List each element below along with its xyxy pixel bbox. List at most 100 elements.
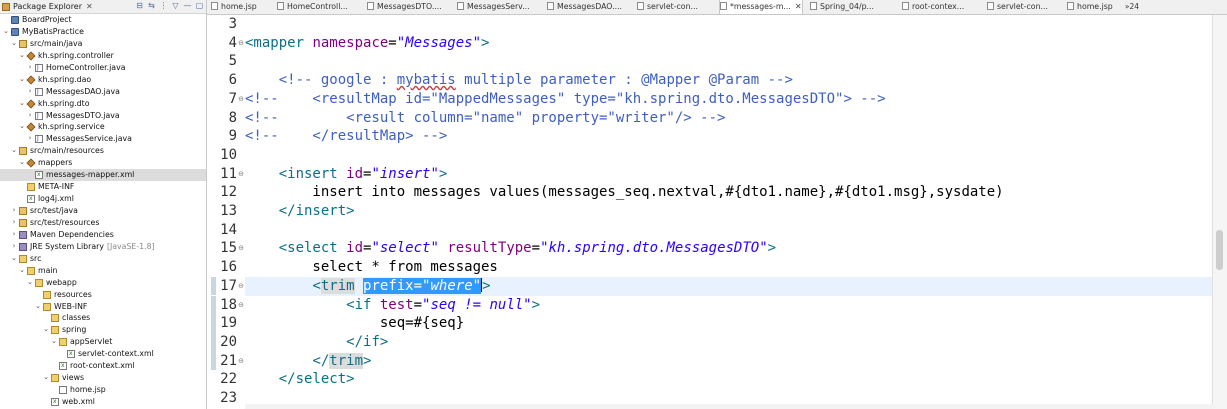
minimize-icon[interactable]: — <box>183 1 192 10</box>
collapse-arrow-icon[interactable]: ⌄ <box>10 145 18 157</box>
collapse-arrow-icon[interactable]: ⌄ <box>18 74 26 86</box>
tree-item[interactable]: › HomeController.java <box>0 62 206 74</box>
editor-tab[interactable]: home.jsp <box>1067 0 1113 14</box>
tree-item[interactable]: › JRE System Library [JavaSE-1.8] <box>0 241 206 253</box>
tree-item[interactable]: ⌄ views <box>0 372 206 384</box>
tree-item[interactable]: resources <box>0 289 206 301</box>
close-view-icon[interactable]: ✕ <box>86 2 93 11</box>
filter-icon[interactable]: ▽ <box>171 1 180 10</box>
code-line[interactable]: 15 ⊖ <select id="select" resultType="kh.s… <box>207 239 1213 258</box>
collapse-arrow-icon[interactable]: ⌄ <box>18 50 26 62</box>
editor-tab[interactable]: HomeControll... <box>277 0 348 14</box>
editor-tab[interactable]: root-contex... <box>902 0 964 14</box>
expand-arrow-icon[interactable]: › <box>10 217 18 229</box>
collapse-all-icon[interactable]: ⊟ <box>135 1 144 10</box>
collapse-arrow-icon[interactable]: ⌄ <box>42 372 50 384</box>
code-line[interactable]: 16 select * from messages <box>207 258 1213 277</box>
horizontal-scrollbar[interactable] <box>245 404 1213 409</box>
collapse-arrow-icon[interactable]: ⌄ <box>18 121 26 133</box>
tree-item[interactable]: ⌄ kh.spring.dao <box>0 74 206 86</box>
fold-toggle-icon[interactable]: ⊖ <box>237 165 245 184</box>
tree-item[interactable]: › src/test/resources <box>0 217 206 229</box>
expand-arrow-icon[interactable]: › <box>26 110 34 122</box>
code-line[interactable]: 3 <box>207 15 1213 34</box>
tree-item[interactable]: ⌄ src <box>0 253 206 265</box>
tree-item[interactable]: ⌄ webapp <box>0 277 206 289</box>
tree-item[interactable]: ⌄ kh.spring.service <box>0 121 206 133</box>
collapse-arrow-icon[interactable]: ⌄ <box>18 265 26 277</box>
editor-tab[interactable]: MessagesDAO.... <box>547 0 622 14</box>
tree-item[interactable]: ⌄ appServlet <box>0 336 206 348</box>
tree-item[interactable]: › MessagesDTO.java <box>0 110 206 122</box>
tree-item[interactable]: ⌄ MyBatisPractice <box>0 26 206 38</box>
collapse-arrow-icon[interactable]: ⌄ <box>26 277 34 289</box>
tree-item[interactable]: › MessagesService.java <box>0 133 206 145</box>
collapse-arrow-icon[interactable]: ⌄ <box>34 301 42 313</box>
collapse-arrow-icon[interactable]: ⌄ <box>10 253 18 265</box>
scrollbar-thumb[interactable] <box>1216 230 1223 270</box>
expand-arrow-icon[interactable]: › <box>10 241 18 253</box>
code-line[interactable]: 10 <box>207 146 1213 165</box>
project-tree[interactable]: BoardProject ⌄ MyBatisPractice ⌄ src/main/ja… <box>0 14 206 408</box>
collapse-arrow-icon[interactable]: ⌄ <box>2 26 10 38</box>
fold-toggle-icon[interactable]: ⊖ <box>237 277 245 296</box>
tree-item[interactable]: classes <box>0 312 206 324</box>
tree-item[interactable]: ⌄ kh.spring.dto <box>0 98 206 110</box>
code-line[interactable]: 17 ⊖ <trim prefix="where"> <box>207 276 1213 296</box>
collapse-arrow-icon[interactable]: ⌄ <box>42 324 50 336</box>
tree-item[interactable]: ⌄ spring <box>0 324 206 336</box>
tree-item[interactable]: › MessagesDAO.java <box>0 86 206 98</box>
tree-item[interactable]: log4j.xml <box>0 193 206 205</box>
tree-item[interactable]: messages-mapper.xml <box>0 169 206 181</box>
code-line[interactable]: 6 <!-- google : mybatis multiple paramet… <box>207 71 1213 90</box>
fold-toggle-icon[interactable]: ⊖ <box>237 352 245 371</box>
code-line[interactable]: 5 <box>207 52 1213 71</box>
tree-item[interactable]: web.xml <box>0 396 206 408</box>
tree-item[interactable]: › Maven Dependencies <box>0 229 206 241</box>
tree-item[interactable]: ⌄ kh.spring.controller <box>0 50 206 62</box>
code-line[interactable]: 4 ⊖ <mapper namespace="Messages"> <box>207 34 1213 53</box>
expand-arrow-icon[interactable]: › <box>26 86 34 98</box>
collapse-arrow-icon[interactable]: ⌄ <box>10 38 18 50</box>
code-line[interactable]: 8 <!-- <result column="name" property="wr… <box>207 109 1213 128</box>
code-line[interactable]: 21 ⊖ </trim> <box>207 351 1213 371</box>
code-line[interactable]: 11 ⊖ <insert id="insert"> <box>207 165 1213 184</box>
editor-tab[interactable]: servlet-con... <box>987 0 1048 14</box>
code-line[interactable]: 13 </insert> <box>207 202 1213 221</box>
tree-item[interactable]: root-context.xml <box>0 360 206 372</box>
tree-item[interactable]: ⌄ WEB-INF <box>0 301 206 313</box>
expand-arrow-icon[interactable]: › <box>26 133 34 145</box>
collapse-arrow-icon[interactable]: ⌄ <box>18 98 26 110</box>
expand-arrow-icon[interactable]: › <box>26 62 34 74</box>
code-line[interactable]: 20 </if> <box>207 332 1213 352</box>
tree-item[interactable]: BoardProject <box>0 14 206 26</box>
tab-overflow-indicator[interactable]: »24 <box>1125 0 1139 14</box>
code-line[interactable]: 7 ⊖ <!-- <resultMap id="MappedMessages" ty… <box>207 90 1213 109</box>
fold-toggle-icon[interactable]: ⊖ <box>237 239 245 258</box>
maximize-icon[interactable]: ▢ <box>195 1 204 10</box>
view-menu-icon[interactable]: ⋮ <box>159 1 168 10</box>
code-line[interactable]: 9 <!-- </resultMap> --> <box>207 127 1213 146</box>
editor-tab[interactable]: MessagesServ... <box>457 0 530 14</box>
collapse-arrow-icon[interactable]: ⌄ <box>50 336 58 348</box>
vertical-scrollbar[interactable] <box>1212 15 1227 409</box>
package-explorer-title[interactable]: Package Explorer <box>13 2 82 11</box>
tree-item[interactable]: META-INF <box>0 181 206 193</box>
expand-arrow-icon[interactable]: › <box>10 205 18 217</box>
tree-item[interactable]: ⌄ src/main/resources <box>0 145 206 157</box>
link-with-editor-icon[interactable]: ⇆ <box>147 1 156 10</box>
tree-item[interactable]: ⌄ main <box>0 265 206 277</box>
code-editor[interactable]: 3 4 ⊖ <mapper namespace="Messages"> 5 6 <!-- … <box>207 15 1227 409</box>
editor-tab[interactable]: MessagesDTO.... <box>367 0 442 14</box>
editor-tab[interactable]: Spring_04/p... <box>810 0 874 14</box>
code-line[interactable]: 14 <box>207 221 1213 240</box>
tree-item[interactable]: ⌄ src/main/java <box>0 38 206 50</box>
collapse-arrow-icon[interactable]: ⌄ <box>18 157 26 169</box>
code-line[interactable]: 19 seq=#{seq} <box>207 314 1213 333</box>
fold-toggle-icon[interactable]: ⊖ <box>237 90 245 109</box>
close-tab-icon[interactable]: ✕ <box>795 2 802 11</box>
tree-item[interactable]: › src/test/java <box>0 205 206 217</box>
editor-tab[interactable]: home.jsp <box>211 0 257 14</box>
expand-arrow-icon[interactable]: › <box>10 229 18 241</box>
editor-tab[interactable]: servlet-con... <box>637 0 698 14</box>
